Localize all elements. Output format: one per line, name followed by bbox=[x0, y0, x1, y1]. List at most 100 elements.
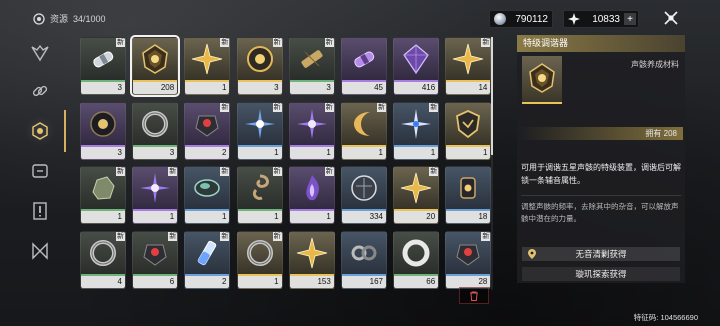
new-badge: 新 bbox=[481, 231, 491, 241]
inventory-item-slot[interactable]: 1新 bbox=[184, 37, 231, 95]
item-count: 208 bbox=[133, 80, 178, 94]
inventory-item-slot[interactable]: 20 新 bbox=[393, 166, 440, 224]
source-button-2[interactable]: 璇玑探索获得 bbox=[522, 267, 680, 281]
inventory-item-slot[interactable]: 334 bbox=[341, 166, 387, 224]
tab-resource[interactable] bbox=[25, 116, 55, 146]
astrite-counter[interactable]: 10833 + bbox=[563, 10, 639, 28]
shell-credit-icon bbox=[494, 13, 506, 25]
gold-star-icon bbox=[296, 237, 327, 268]
new-badge: 新 bbox=[168, 231, 178, 241]
chain-icon bbox=[351, 245, 377, 260]
crescent-icon bbox=[354, 111, 370, 136]
ring-icon bbox=[142, 110, 169, 137]
location-pin-icon bbox=[528, 249, 536, 259]
inventory-item-slot[interactable]: 3新 bbox=[80, 37, 126, 95]
tab-quest-item[interactable] bbox=[25, 196, 55, 226]
item-count: 1 bbox=[185, 80, 230, 94]
quest-item-icon bbox=[33, 202, 47, 220]
inventory-item-slot[interactable]: 1新 bbox=[132, 166, 179, 224]
ring-icon bbox=[90, 239, 116, 266]
grid-scroll-thumb[interactable] bbox=[491, 37, 493, 155]
inventory-item-slot[interactable]: 1新 bbox=[236, 230, 283, 289]
inventory-item-slot[interactable]: 6新 bbox=[132, 230, 179, 289]
bag-icon bbox=[33, 12, 45, 25]
gold-tuner-icon bbox=[529, 63, 555, 93]
inventory-item-slot[interactable]: 4新 bbox=[80, 230, 126, 289]
inventory-item-slot[interactable]: 3新 bbox=[236, 37, 283, 95]
ring-icon bbox=[246, 239, 273, 266]
new-badge: 新 bbox=[272, 231, 282, 241]
inventory-item-slot[interactable]: 1新 bbox=[288, 101, 335, 160]
inventory-item-slot[interactable]: 3新 bbox=[288, 37, 335, 95]
source-button-1[interactable]: 无音清剿获得 bbox=[522, 247, 680, 261]
item-count: 2 bbox=[185, 144, 230, 159]
moss-stone-icon bbox=[92, 176, 115, 200]
bag-label: 资源 bbox=[50, 14, 69, 24]
inventory-item-slot[interactable]: 1新 bbox=[393, 101, 440, 160]
item-count: 3 bbox=[81, 144, 125, 159]
item-count: 1 bbox=[394, 144, 439, 159]
new-badge: 新 bbox=[220, 231, 230, 241]
item-count: 2 bbox=[185, 273, 230, 288]
inventory-item-slot[interactable]: 1 bbox=[445, 101, 492, 160]
item-count: 3 bbox=[289, 80, 334, 94]
inventory-item-slot[interactable]: 3 bbox=[132, 101, 179, 160]
item-count: 1 bbox=[237, 144, 282, 159]
new-badge: 新 bbox=[168, 167, 178, 176]
inventory-item-slot[interactable]: 66 bbox=[393, 230, 440, 289]
detail-title: 特级调谐器 bbox=[517, 35, 685, 52]
resource-icon bbox=[32, 122, 48, 140]
top-bar: 资源 34/1000 790112 10833 + bbox=[0, 0, 720, 34]
detail-item-image bbox=[522, 56, 562, 104]
detail-flavor-text: 调整声骸的频率，去除其中的杂音，可以解放声骸中潜在的力量。 bbox=[521, 202, 679, 223]
item-count: 14 bbox=[446, 80, 491, 94]
gold-shield-icon bbox=[456, 109, 481, 138]
detail-description: 可用于调谐五星声骸的特级装置，调谐后可解锁一条辅音属性。 bbox=[521, 163, 681, 185]
item-count: 4 bbox=[81, 273, 125, 288]
tab-faction[interactable] bbox=[25, 38, 55, 68]
silver-orb-icon bbox=[351, 175, 377, 201]
inventory-item-slot[interactable]: 1新 bbox=[236, 166, 283, 224]
detail-owned: 拥有 208 bbox=[519, 127, 683, 140]
inventory-item-slot[interactable]: 208 bbox=[130, 35, 181, 97]
tab-supply[interactable] bbox=[25, 156, 55, 186]
inventory-item-slot[interactable]: 28 新 bbox=[445, 230, 492, 289]
astrite-value: 10833 bbox=[592, 13, 620, 25]
gold-sphere-icon bbox=[246, 46, 273, 72]
item-count: 3 bbox=[237, 80, 282, 94]
inventory-item-slot[interactable]: 153 bbox=[288, 230, 335, 289]
inventory-item-slot[interactable]: 1新 bbox=[236, 101, 283, 160]
source-label-1: 无音清剿获得 bbox=[575, 249, 627, 259]
new-badge: 新 bbox=[272, 38, 282, 47]
inventory-item-slot[interactable]: 167 bbox=[341, 230, 387, 289]
discard-button[interactable] bbox=[459, 287, 489, 304]
inventory-item-slot[interactable]: 1新 bbox=[80, 166, 126, 224]
inventory-item-slot[interactable]: 2新 bbox=[184, 101, 231, 160]
add-astrite-button[interactable]: + bbox=[624, 13, 636, 25]
tab-chain[interactable] bbox=[25, 76, 55, 106]
inventory-item-slot[interactable]: 14 新 bbox=[445, 37, 492, 95]
inventory-item-slot[interactable]: 416 bbox=[393, 37, 440, 95]
inventory-item-slot[interactable]: 45 bbox=[341, 37, 387, 95]
item-count: 334 bbox=[342, 209, 386, 223]
new-badge: 新 bbox=[324, 38, 334, 47]
inventory-item-slot[interactable]: 3 bbox=[80, 101, 126, 160]
shell-credit-counter[interactable]: 790112 bbox=[489, 10, 553, 28]
new-badge: 新 bbox=[429, 102, 439, 112]
close-icon[interactable] bbox=[663, 10, 679, 26]
inventory-item-slot[interactable]: 18 bbox=[445, 166, 492, 224]
violet-burst-icon bbox=[296, 108, 327, 139]
new-badge: 新 bbox=[220, 102, 230, 112]
gold-star-icon bbox=[192, 43, 223, 75]
item-count: 167 bbox=[342, 273, 386, 288]
item-count: 1 bbox=[446, 144, 491, 159]
inventory-item-slot[interactable]: 1新 bbox=[288, 166, 335, 224]
inventory-item-slot[interactable]: 2新 bbox=[184, 230, 231, 289]
inventory-item-slot[interactable]: 1新 bbox=[341, 101, 387, 160]
dark-orb-icon bbox=[90, 110, 116, 137]
inventory-grid: 3 新 208 1 新 3 新 3 新 45 416 14 新 3 3 2 新 1 新 1 新 1 新 1 新 1 1 新 1 新 1 新 1 新… bbox=[80, 35, 492, 290]
tab-echo[interactable] bbox=[25, 236, 55, 266]
detail-type: 声骸养成材料 bbox=[631, 60, 679, 69]
inventory-item-slot[interactable]: 1新 bbox=[184, 166, 231, 224]
new-badge: 新 bbox=[220, 167, 230, 176]
